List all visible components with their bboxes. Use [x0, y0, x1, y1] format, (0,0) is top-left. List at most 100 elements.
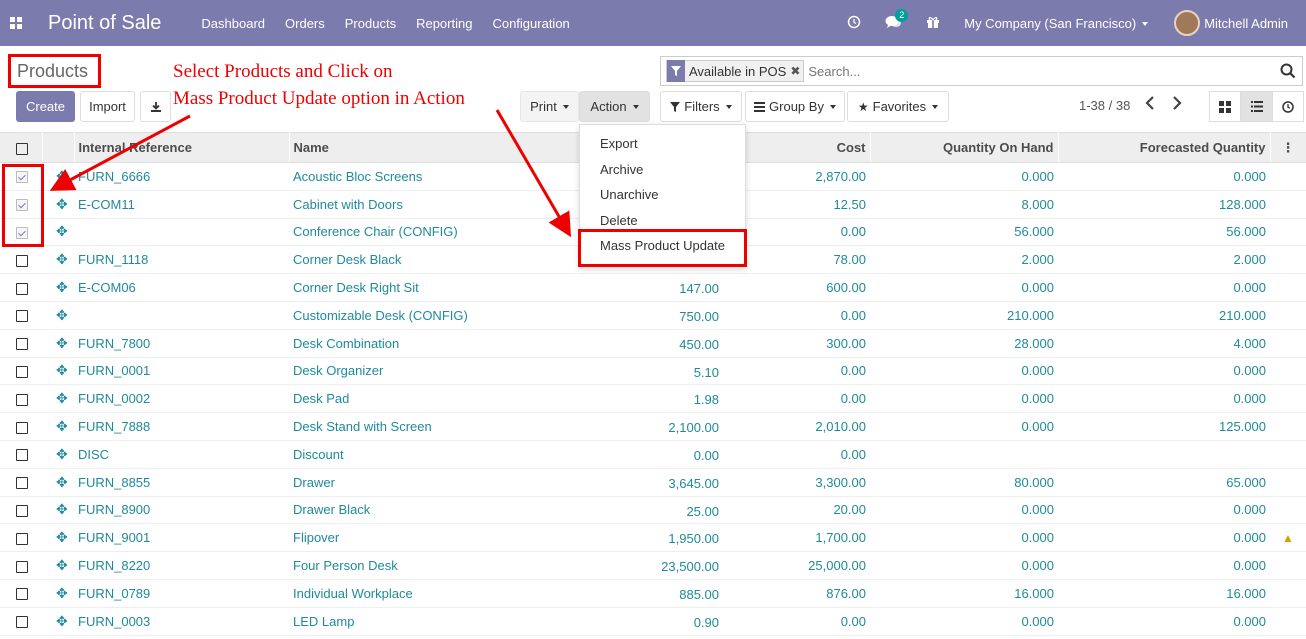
table-row[interactable]: ✥ FURN_0001 Desk Organizer 5.10 0.00 0.000 0.0…	[0, 357, 1306, 386]
drag-handle-icon[interactable]: ✥	[56, 390, 68, 406]
apps-menu-icon[interactable]	[0, 0, 32, 46]
table-row[interactable]: ✥ FURN_0003 LED Lamp 0.90 0.00 0.000 0.000	[0, 607, 1306, 636]
table-row[interactable]: ✥ FURN_8220 Four Person Desk 23,500.00 25,00…	[0, 551, 1306, 580]
cell-name[interactable]: Customizable Desk (CONFIG)	[289, 301, 723, 330]
kanban-view-button[interactable]	[1209, 91, 1241, 122]
drag-handle-icon[interactable]: ✥	[56, 474, 68, 490]
remove-facet-icon[interactable]: ✖	[790, 64, 803, 78]
pager-value[interactable]: 1-38 / 38	[1079, 98, 1130, 113]
drag-handle-icon[interactable]: ✥	[56, 307, 68, 323]
group-by-button[interactable]: Group By	[745, 91, 845, 122]
print-button[interactable]: Print	[520, 91, 579, 122]
app-title[interactable]: Point of Sale	[48, 12, 161, 35]
cell-internal-reference[interactable]: FURN_0789	[74, 579, 289, 608]
drag-handle-icon[interactable]: ✥	[56, 335, 68, 351]
cell-internal-reference[interactable]	[74, 218, 289, 247]
drag-handle-icon[interactable]: ✥	[56, 251, 68, 267]
search-bar[interactable]: Available in POS ✖	[660, 56, 1303, 86]
cell-name[interactable]: Corner Desk Right Sit	[289, 273, 723, 302]
select-all-checkbox[interactable]	[16, 142, 28, 155]
row-checkbox[interactable]	[16, 449, 28, 462]
row-checkbox[interactable]	[16, 560, 28, 573]
row-checkbox[interactable]	[16, 254, 28, 267]
drag-handle-icon[interactable]: ✥	[56, 362, 68, 378]
drag-handle-icon[interactable]: ✥	[56, 418, 68, 434]
search-icon[interactable]	[1280, 63, 1296, 79]
cell-internal-reference[interactable]: E-COM11	[74, 190, 289, 219]
cell-internal-reference[interactable]: FURN_8220	[74, 551, 289, 580]
activity-view-button[interactable]	[1272, 91, 1304, 122]
cell-internal-reference[interactable]: FURN_9001	[74, 523, 289, 553]
column-header-forecasted-quantity[interactable]: Forecasted Quantity	[1058, 132, 1271, 163]
row-checkbox[interactable]	[16, 421, 28, 434]
menu-orders[interactable]: Orders	[285, 16, 325, 31]
cell-internal-reference[interactable]: FURN_0002	[74, 384, 289, 414]
drag-handle-icon[interactable]: ✥	[56, 613, 68, 629]
cell-name[interactable]: Individual Workplace	[289, 579, 723, 608]
cell-name[interactable]: Drawer Black	[289, 496, 723, 525]
company-switcher[interactable]: My Company (San Francisco)	[964, 16, 1149, 31]
cell-name[interactable]: Desk Organizer	[289, 357, 723, 386]
column-header-internal-reference[interactable]: Internal Reference	[74, 132, 290, 163]
cell-internal-reference[interactable]: FURN_0003	[74, 607, 289, 636]
cell-internal-reference[interactable]: FURN_8855	[74, 468, 289, 497]
cell-internal-reference[interactable]: FURN_6666	[74, 162, 289, 191]
table-row[interactable]: ✥ FURN_0002 Desk Pad 1.98 0.00 0.000 0.000	[0, 384, 1306, 414]
cell-name[interactable]: Desk Stand with Screen	[289, 412, 723, 441]
table-row[interactable]: ✥ E-COM06 Corner Desk Right Sit 147.00 600.0…	[0, 273, 1306, 302]
gift-icon[interactable]	[926, 15, 940, 32]
table-row[interactable]: ✥ DISC Discount 0.00 0.00	[0, 440, 1306, 469]
cell-name[interactable]: Desk Pad	[289, 384, 723, 414]
table-row[interactable]: ✥ FURN_7800 Desk Combination 450.00 300.00 28…	[0, 329, 1306, 358]
row-checkbox[interactable]	[16, 616, 28, 629]
download-button[interactable]	[140, 91, 171, 122]
drag-handle-icon[interactable]: ✥	[56, 529, 68, 545]
row-checkbox[interactable]	[16, 338, 28, 351]
menu-item-export[interactable]: Export	[600, 136, 638, 151]
chat-icon[interactable]: 2	[885, 8, 909, 32]
menu-item-unarchive[interactable]: Unarchive	[600, 187, 659, 202]
filters-button[interactable]: Filters	[660, 91, 742, 122]
cell-name[interactable]: Flipover	[289, 523, 723, 553]
cell-internal-reference[interactable]: FURN_0001	[74, 357, 289, 386]
table-row[interactable]: ✥ FURN_7888 Desk Stand with Screen 2,100.00…	[0, 412, 1306, 441]
menu-configuration[interactable]: Configuration	[492, 16, 569, 31]
drag-handle-icon[interactable]: ✥	[56, 557, 68, 573]
row-checkbox[interactable]	[16, 505, 28, 518]
clock-icon[interactable]	[847, 15, 861, 32]
cell-internal-reference[interactable]: FURN_1118	[74, 245, 289, 275]
drag-handle-icon[interactable]: ✥	[56, 446, 68, 462]
row-checkbox[interactable]	[16, 282, 28, 295]
user-menu[interactable]: Mitchell Admin	[1174, 10, 1288, 36]
import-button[interactable]: Import	[80, 91, 135, 122]
cell-internal-reference[interactable]: FURN_8900	[74, 496, 289, 525]
drag-handle-icon[interactable]: ✥	[56, 501, 68, 517]
row-checkbox[interactable]	[16, 310, 28, 323]
table-row[interactable]: ✥ FURN_0789 Individual Workplace 885.00 876.…	[0, 579, 1306, 608]
menu-reporting[interactable]: Reporting	[416, 16, 472, 31]
cell-internal-reference[interactable]: FURN_7888	[74, 412, 289, 441]
action-button[interactable]: Action	[579, 91, 650, 122]
cell-internal-reference[interactable]	[74, 301, 289, 330]
cell-name[interactable]: Discount	[289, 440, 723, 469]
cell-internal-reference[interactable]: E-COM06	[74, 273, 289, 302]
create-button[interactable]: Create	[16, 91, 75, 122]
menu-dashboard[interactable]: Dashboard	[201, 16, 265, 31]
drag-handle-icon[interactable]: ✥	[56, 279, 68, 295]
row-checkbox[interactable]	[16, 477, 28, 490]
drag-handle-icon[interactable]: ✥	[56, 196, 68, 212]
favorites-button[interactable]: ★ Favorites	[847, 91, 949, 122]
cell-name[interactable]: Drawer	[289, 468, 723, 497]
optional-columns-toggle[interactable]: ⋮	[1270, 132, 1306, 163]
row-checkbox[interactable]	[16, 588, 28, 601]
table-row[interactable]: ✥ FURN_8855 Drawer 3,645.00 3,300.00 80.000 65…	[0, 468, 1306, 497]
row-checkbox[interactable]	[16, 393, 28, 406]
row-checkbox[interactable]	[16, 366, 28, 379]
cell-internal-reference[interactable]: DISC	[74, 440, 289, 469]
list-view-button[interactable]	[1241, 91, 1273, 122]
cell-name[interactable]: Four Person Desk	[289, 551, 723, 580]
menu-item-archive[interactable]: Archive	[600, 162, 643, 177]
drag-handle-icon[interactable]: ✥	[56, 223, 68, 239]
drag-handle-icon[interactable]: ✥	[56, 168, 68, 184]
table-row[interactable]: ✥ Customizable Desk (CONFIG) 750.00 0.00 210…	[0, 301, 1306, 330]
